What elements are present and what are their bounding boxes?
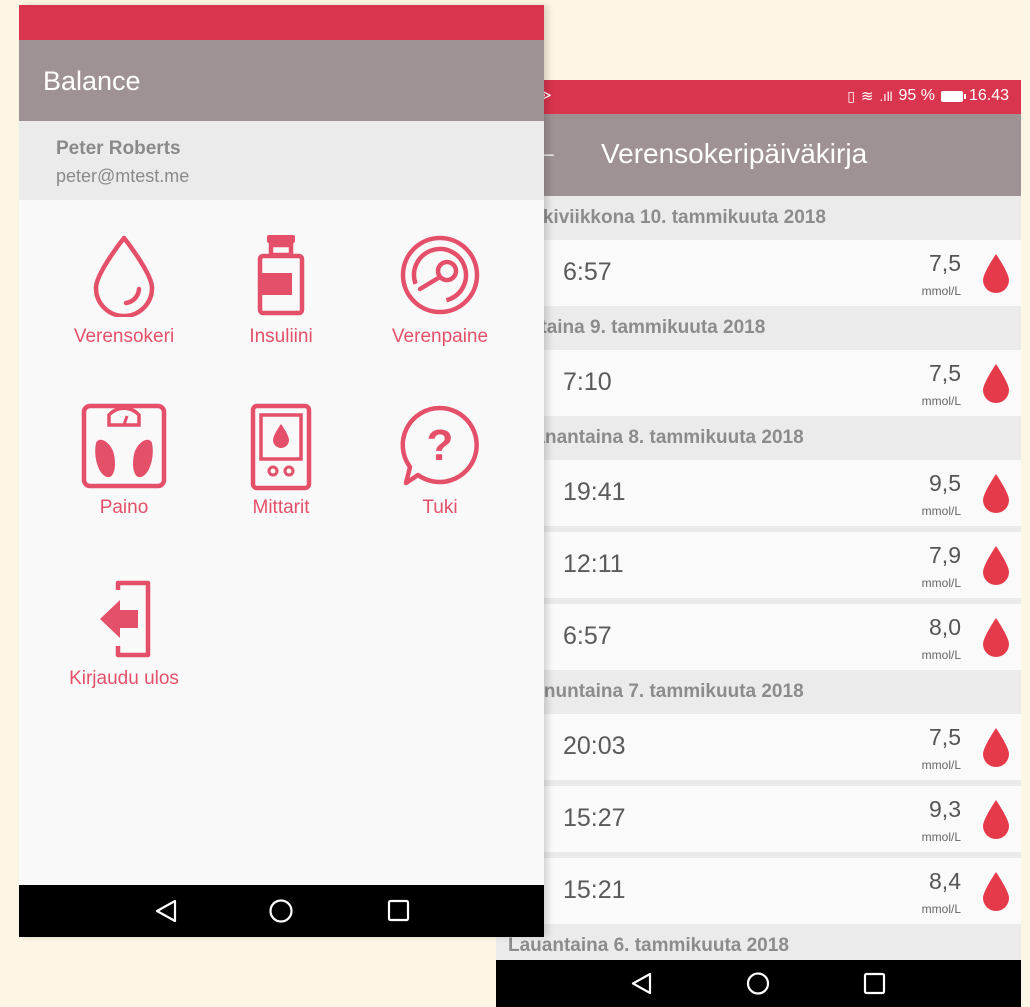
page-title: Verensokeripäiväkirja bbox=[601, 138, 868, 169]
entry-time: 20:03 bbox=[563, 732, 626, 760]
glucose-meter-icon bbox=[250, 403, 312, 491]
list-item[interactable]: 19:41 9,5 mmol/L bbox=[496, 460, 1021, 526]
user-email: peter@mtest.me bbox=[56, 166, 190, 186]
user-profile: Peter Roberts peter@mtest.me bbox=[19, 121, 544, 200]
menu-screen: Balance Peter Roberts peter@mtest.me Ver… bbox=[19, 5, 544, 937]
vibrate-icon: ▯ bbox=[847, 87, 855, 104]
day-header: Maanantaina 8. tammikuuta 2018 bbox=[496, 416, 1021, 460]
blood-drop-icon bbox=[93, 235, 155, 317]
entry-time: 6:57 bbox=[563, 622, 612, 650]
day-header: Sunnuntaina 7. tammikuuta 2018 bbox=[496, 670, 1021, 714]
tile-label: Tuki bbox=[422, 497, 458, 518]
entry-value: 8,0 bbox=[929, 614, 961, 640]
status-bar bbox=[19, 5, 544, 40]
menu-app-bar: Balance bbox=[19, 40, 544, 121]
nav-recents-icon[interactable] bbox=[863, 972, 886, 995]
scale-icon bbox=[81, 403, 167, 489]
blood-drop-icon bbox=[983, 728, 1009, 767]
entry-time: 15:21 bbox=[563, 876, 626, 904]
blood-drop-icon bbox=[983, 618, 1009, 657]
entry-unit: mmol/L bbox=[921, 504, 961, 518]
entry-unit: mmol/L bbox=[921, 758, 961, 772]
tile-insulin[interactable]: Insuliini bbox=[201, 233, 361, 363]
entry-unit: mmol/L bbox=[921, 394, 961, 408]
entry-value: 7,5 bbox=[929, 250, 961, 276]
tile-label: Mittarit bbox=[252, 497, 310, 518]
entry-unit: mmol/L bbox=[921, 284, 961, 298]
list-item[interactable]: 15:21 8,4 mmol/L bbox=[496, 858, 1021, 924]
nav-recents-icon[interactable] bbox=[387, 899, 410, 922]
nav-back-icon[interactable] bbox=[155, 899, 177, 923]
blood-drop-icon bbox=[983, 254, 1009, 293]
entry-time: 19:41 bbox=[563, 478, 626, 506]
entry-time: 7:10 bbox=[563, 368, 612, 396]
tile-blood-pressure[interactable]: Verenpaine bbox=[360, 233, 520, 363]
nav-home-icon[interactable] bbox=[269, 899, 293, 923]
clock: 16.43 bbox=[968, 87, 1009, 104]
entry-value: 8,4 bbox=[929, 868, 961, 894]
blood-drop-icon bbox=[983, 546, 1009, 585]
insulin-vial-icon bbox=[257, 235, 305, 316]
entry-time: 12:11 bbox=[563, 550, 624, 578]
entry-value: 7,9 bbox=[929, 542, 961, 568]
logout-button[interactable]: Kirjaudu ulos bbox=[44, 580, 204, 710]
android-nav-bar bbox=[496, 960, 1021, 1007]
day-header: Tiistaina 9. tammikuuta 2018 bbox=[496, 306, 1021, 350]
entry-value: 9,5 bbox=[929, 470, 961, 496]
entry-unit: mmol/L bbox=[921, 648, 961, 662]
help-icon: ? bbox=[400, 405, 479, 486]
entry-value: 7,5 bbox=[929, 724, 961, 750]
day-header: Keskiviikkona 10. tammikuuta 2018 bbox=[496, 196, 1021, 240]
blood-drop-icon bbox=[983, 800, 1009, 839]
tile-weight[interactable]: Paino bbox=[44, 403, 204, 533]
battery-icon bbox=[940, 90, 966, 102]
entry-value: 7,5 bbox=[929, 360, 961, 386]
user-name: Peter Roberts bbox=[56, 138, 181, 159]
nav-home-icon[interactable] bbox=[746, 972, 770, 995]
list-item[interactable]: 12:11 7,9 mmol/L bbox=[496, 532, 1021, 598]
app-title: Balance bbox=[43, 66, 141, 96]
tile-label: Insuliini bbox=[249, 326, 313, 347]
blood-sugar-diary-screen: ≫ ▯ ≋ .ıll 95 % 16.43 ← Verensokeripäivä… bbox=[496, 80, 1021, 1007]
status-bar: ≫ ▯ ≋ .ıll 95 % 16.43 bbox=[496, 80, 1021, 114]
tile-meters[interactable]: Mittarit bbox=[201, 403, 361, 533]
signal-icon: .ıll bbox=[879, 88, 893, 104]
blood-pressure-gauge-icon bbox=[400, 235, 480, 315]
battery-percent: 95 % bbox=[898, 87, 935, 104]
entry-unit: mmol/L bbox=[921, 576, 961, 590]
blood-drop-icon bbox=[983, 474, 1009, 513]
entry-time: 15:27 bbox=[563, 804, 626, 832]
entry-unit: mmol/L bbox=[921, 902, 961, 916]
list-item[interactable]: 7:10 7,5 mmol/L bbox=[496, 350, 1021, 416]
tile-blood-sugar[interactable]: Verensokeri bbox=[44, 233, 204, 363]
tile-label: Paino bbox=[99, 497, 149, 518]
tile-support[interactable]: ? Tuki bbox=[360, 403, 520, 533]
entry-unit: mmol/L bbox=[921, 830, 961, 844]
entry-time: 6:57 bbox=[563, 258, 612, 286]
android-nav-bar bbox=[19, 885, 544, 937]
tile-label: Verenpaine bbox=[391, 326, 489, 347]
list-item[interactable]: 6:57 8,0 mmol/L bbox=[496, 604, 1021, 670]
logout-icon bbox=[100, 580, 151, 658]
nav-back-icon[interactable] bbox=[631, 972, 652, 995]
tile-label: Kirjaudu ulos bbox=[69, 668, 179, 689]
list-item[interactable]: 6:57 7,5 mmol/L bbox=[496, 240, 1021, 306]
entry-value: 9,3 bbox=[929, 796, 961, 822]
svg-text:?: ? bbox=[427, 421, 454, 470]
diary-app-bar: ← Verensokeripäiväkirja bbox=[496, 114, 1021, 196]
list-item[interactable]: 15:27 9,3 mmol/L bbox=[496, 786, 1021, 852]
diary-list: Keskiviikkona 10. tammikuuta 2018 6:57 7… bbox=[496, 196, 1021, 968]
blood-drop-icon bbox=[983, 872, 1009, 911]
wifi-icon: ≋ bbox=[860, 88, 874, 105]
list-item[interactable]: 20:03 7,5 mmol/L bbox=[496, 714, 1021, 780]
blood-drop-icon bbox=[983, 364, 1009, 403]
tile-label: Verensokeri bbox=[73, 326, 175, 347]
